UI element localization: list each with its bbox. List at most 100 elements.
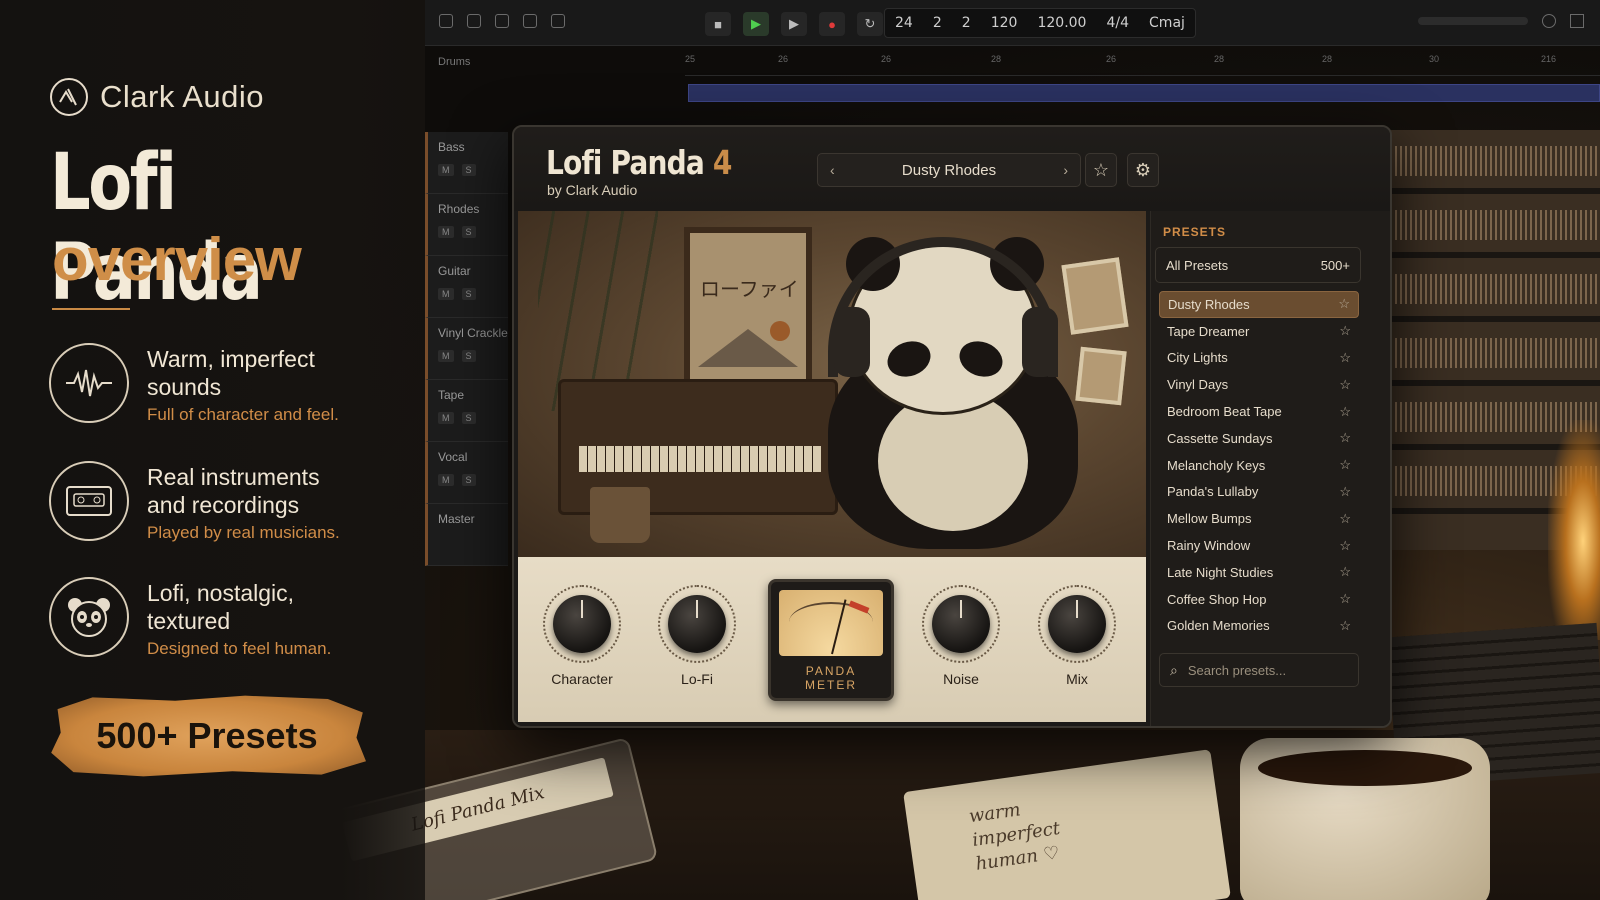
waveform — [1380, 146, 1600, 176]
current-preset-name[interactable]: Dusty Rhodes — [902, 162, 996, 179]
character-knob[interactable]: Character — [537, 585, 627, 687]
preset-item[interactable]: Tape Dreamer ☆ — [1159, 318, 1359, 345]
search-input[interactable] — [1187, 662, 1338, 678]
solo-button[interactable]: S — [461, 474, 476, 486]
track-header[interactable]: Vinyl Crackle M S — [425, 318, 508, 380]
track-header[interactable]: Vocal M S — [425, 442, 508, 504]
solo-button[interactable]: S — [461, 164, 476, 176]
drums-track-header[interactable]: Drums — [438, 56, 470, 68]
star-icon[interactable]: ☆ — [1339, 350, 1351, 366]
mix-knob[interactable]: Mix — [1032, 585, 1122, 687]
presets-badge-label: 500+ Presets — [96, 715, 318, 756]
list-icon[interactable] — [1570, 14, 1584, 28]
track-header[interactable]: Tape M S — [425, 380, 508, 442]
star-icon[interactable]: ☆ — [1339, 564, 1351, 580]
lcd-display: 24 2 2 120 120.00 4/4 Cmaj — [884, 8, 1196, 38]
plugin-artwork: ローファイ — [518, 211, 1146, 557]
track-header[interactable]: Rhodes M S — [425, 194, 508, 256]
stop-button[interactable]: ■ — [705, 12, 731, 36]
feature-subtitle: Full of character and feel. — [147, 405, 339, 424]
preset-item[interactable]: City Lights ☆ — [1159, 345, 1359, 372]
mute-button[interactable]: M — [438, 226, 454, 238]
preset-item[interactable]: Coffee Shop Hop ☆ — [1159, 586, 1359, 613]
daw-toolbar: ■ ▶ ▶ ● ↻ 24 2 2 120 120.00 4/4 Cmaj — [425, 0, 1600, 46]
knob[interactable] — [932, 595, 990, 653]
track-header[interactable]: Bass M S — [425, 132, 508, 194]
all-presets-row[interactable]: All Presets 500+ — [1155, 247, 1361, 283]
star-icon[interactable]: ☆ — [1339, 377, 1351, 393]
preset-item[interactable]: Dusty Rhodes ☆ — [1159, 291, 1359, 318]
preset-name: Rainy Window — [1167, 538, 1251, 554]
star-icon[interactable]: ☆ — [1339, 484, 1351, 500]
preset-item[interactable]: Late Night Studies ☆ — [1159, 559, 1359, 586]
art-mug — [590, 487, 650, 543]
play-from-start-button[interactable]: ▶ — [781, 12, 807, 36]
solo-button[interactable]: S — [461, 412, 476, 424]
play-button[interactable]: ▶ — [743, 12, 769, 36]
cycle-icon[interactable]: ↻ — [857, 12, 883, 36]
star-icon[interactable]: ☆ — [1339, 538, 1351, 554]
preset-item[interactable]: Cassette Sundays ☆ — [1159, 425, 1359, 452]
favorite-button[interactable]: ☆ — [1085, 153, 1117, 187]
preset-name: Late Night Studies — [1167, 564, 1274, 580]
preset-item[interactable]: Panda's Lullaby ☆ — [1159, 479, 1359, 506]
knob[interactable] — [1048, 595, 1106, 653]
settings-button[interactable]: ⚙ — [1127, 153, 1159, 187]
star-icon[interactable]: ☆ — [1339, 404, 1351, 420]
lcd-bar: 24 — [895, 15, 913, 31]
star-icon[interactable]: ☆ — [1338, 296, 1350, 312]
track-header[interactable]: Guitar M S — [425, 256, 508, 318]
preset-selector[interactable]: ‹ Dusty Rhodes › — [817, 153, 1081, 187]
loop-icon[interactable] — [495, 14, 509, 28]
mute-button[interactable]: M — [438, 474, 454, 486]
timeline-ruler[interactable]: 25 26 26 28 26 28 28 30 216 — [685, 50, 1600, 76]
chevron-right-icon[interactable]: › — [1063, 162, 1068, 178]
knob[interactable] — [668, 595, 726, 653]
preset-item[interactable]: Rainy Window ☆ — [1159, 532, 1359, 559]
solo-button[interactable]: S — [461, 288, 476, 300]
lofi-knob[interactable]: Lo-Fi — [652, 585, 742, 687]
mute-button[interactable]: M — [438, 350, 454, 362]
mixer-icon[interactable] — [439, 14, 453, 28]
ruler-tick: 30 — [1429, 54, 1440, 64]
lcd-beat: 2 — [932, 15, 942, 31]
knob[interactable] — [553, 595, 611, 653]
drums-region[interactable] — [688, 84, 1600, 102]
preset-search[interactable]: ⌕ — [1159, 653, 1359, 687]
mute-button[interactable]: M — [438, 412, 454, 424]
preset-name: Melancholy Keys — [1167, 457, 1266, 473]
chevron-left-icon[interactable]: ‹ — [830, 162, 835, 178]
preset-item[interactable]: Melancholy Keys ☆ — [1159, 452, 1359, 479]
preset-name: Tape Dreamer — [1167, 323, 1250, 339]
lcd-key: Cmaj — [1149, 15, 1185, 31]
preset-item[interactable]: Mellow Bumps ☆ — [1159, 505, 1359, 532]
star-icon[interactable]: ☆ — [1339, 618, 1351, 634]
star-icon[interactable]: ☆ — [1339, 457, 1351, 473]
noise-knob[interactable]: Noise — [916, 585, 1006, 687]
all-presets-count: 500+ — [1320, 257, 1350, 273]
poster-text: ローファイ — [700, 277, 799, 301]
info-icon[interactable] — [1542, 14, 1556, 28]
preset-item[interactable]: Bedroom Beat Tape ☆ — [1159, 398, 1359, 425]
track-name: Vinyl Crackle — [438, 326, 508, 340]
mute-button[interactable]: M — [438, 288, 454, 300]
track-name: Rhodes — [438, 202, 480, 216]
solo-button[interactable]: S — [461, 350, 476, 362]
star-icon[interactable]: ☆ — [1339, 430, 1351, 446]
preset-item[interactable]: Vinyl Days ☆ — [1159, 371, 1359, 398]
mute-button[interactable]: M — [438, 164, 454, 176]
editor-icon[interactable] — [467, 14, 481, 28]
track-header[interactable]: Master — [425, 504, 508, 566]
star-icon[interactable]: ☆ — [1339, 323, 1351, 339]
metronome-icon[interactable] — [523, 14, 537, 28]
record-button[interactable]: ● — [819, 12, 845, 36]
feature-3: Lofi, nostalgic, textured Designed to fe… — [49, 577, 419, 659]
lamp — [1548, 420, 1600, 640]
star-icon[interactable]: ☆ — [1339, 591, 1351, 607]
volume-slider[interactable] — [1418, 17, 1528, 25]
settings-icon[interactable] — [551, 14, 565, 28]
star-icon[interactable]: ☆ — [1339, 511, 1351, 527]
lcd-signature: 4/4 — [1106, 15, 1130, 31]
solo-button[interactable]: S — [461, 226, 476, 238]
preset-item[interactable]: Golden Memories ☆ — [1159, 613, 1359, 640]
